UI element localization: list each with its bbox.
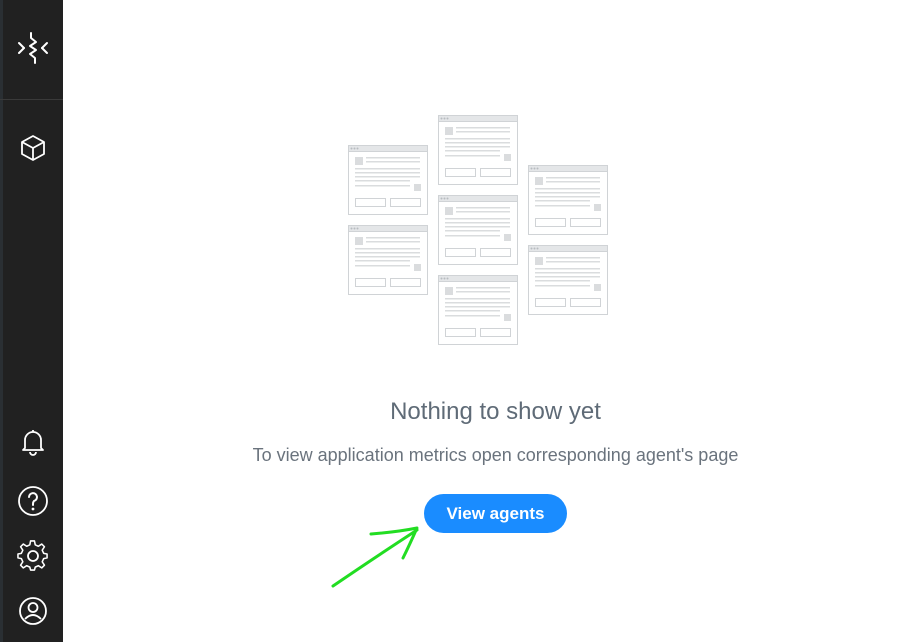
sidebar (0, 0, 63, 642)
main-content: Nothing to show yet To view application … (63, 0, 920, 642)
gear-icon[interactable] (16, 539, 50, 573)
empty-state-subtitle: To view application metrics open corresp… (252, 445, 739, 465)
annotation-arrow (331, 520, 423, 597)
bell-icon[interactable] (16, 425, 50, 459)
empty-state-illustration (348, 114, 610, 351)
help-icon[interactable] (16, 484, 50, 518)
sidebar-edge (0, 0, 3, 642)
cube-icon[interactable] (16, 131, 50, 165)
view-agents-button[interactable]: View agents (424, 494, 567, 533)
empty-state-title: Nothing to show yet (390, 398, 601, 425)
logo-icon[interactable] (16, 31, 50, 65)
sidebar-divider (0, 99, 63, 100)
user-icon[interactable] (16, 594, 50, 628)
